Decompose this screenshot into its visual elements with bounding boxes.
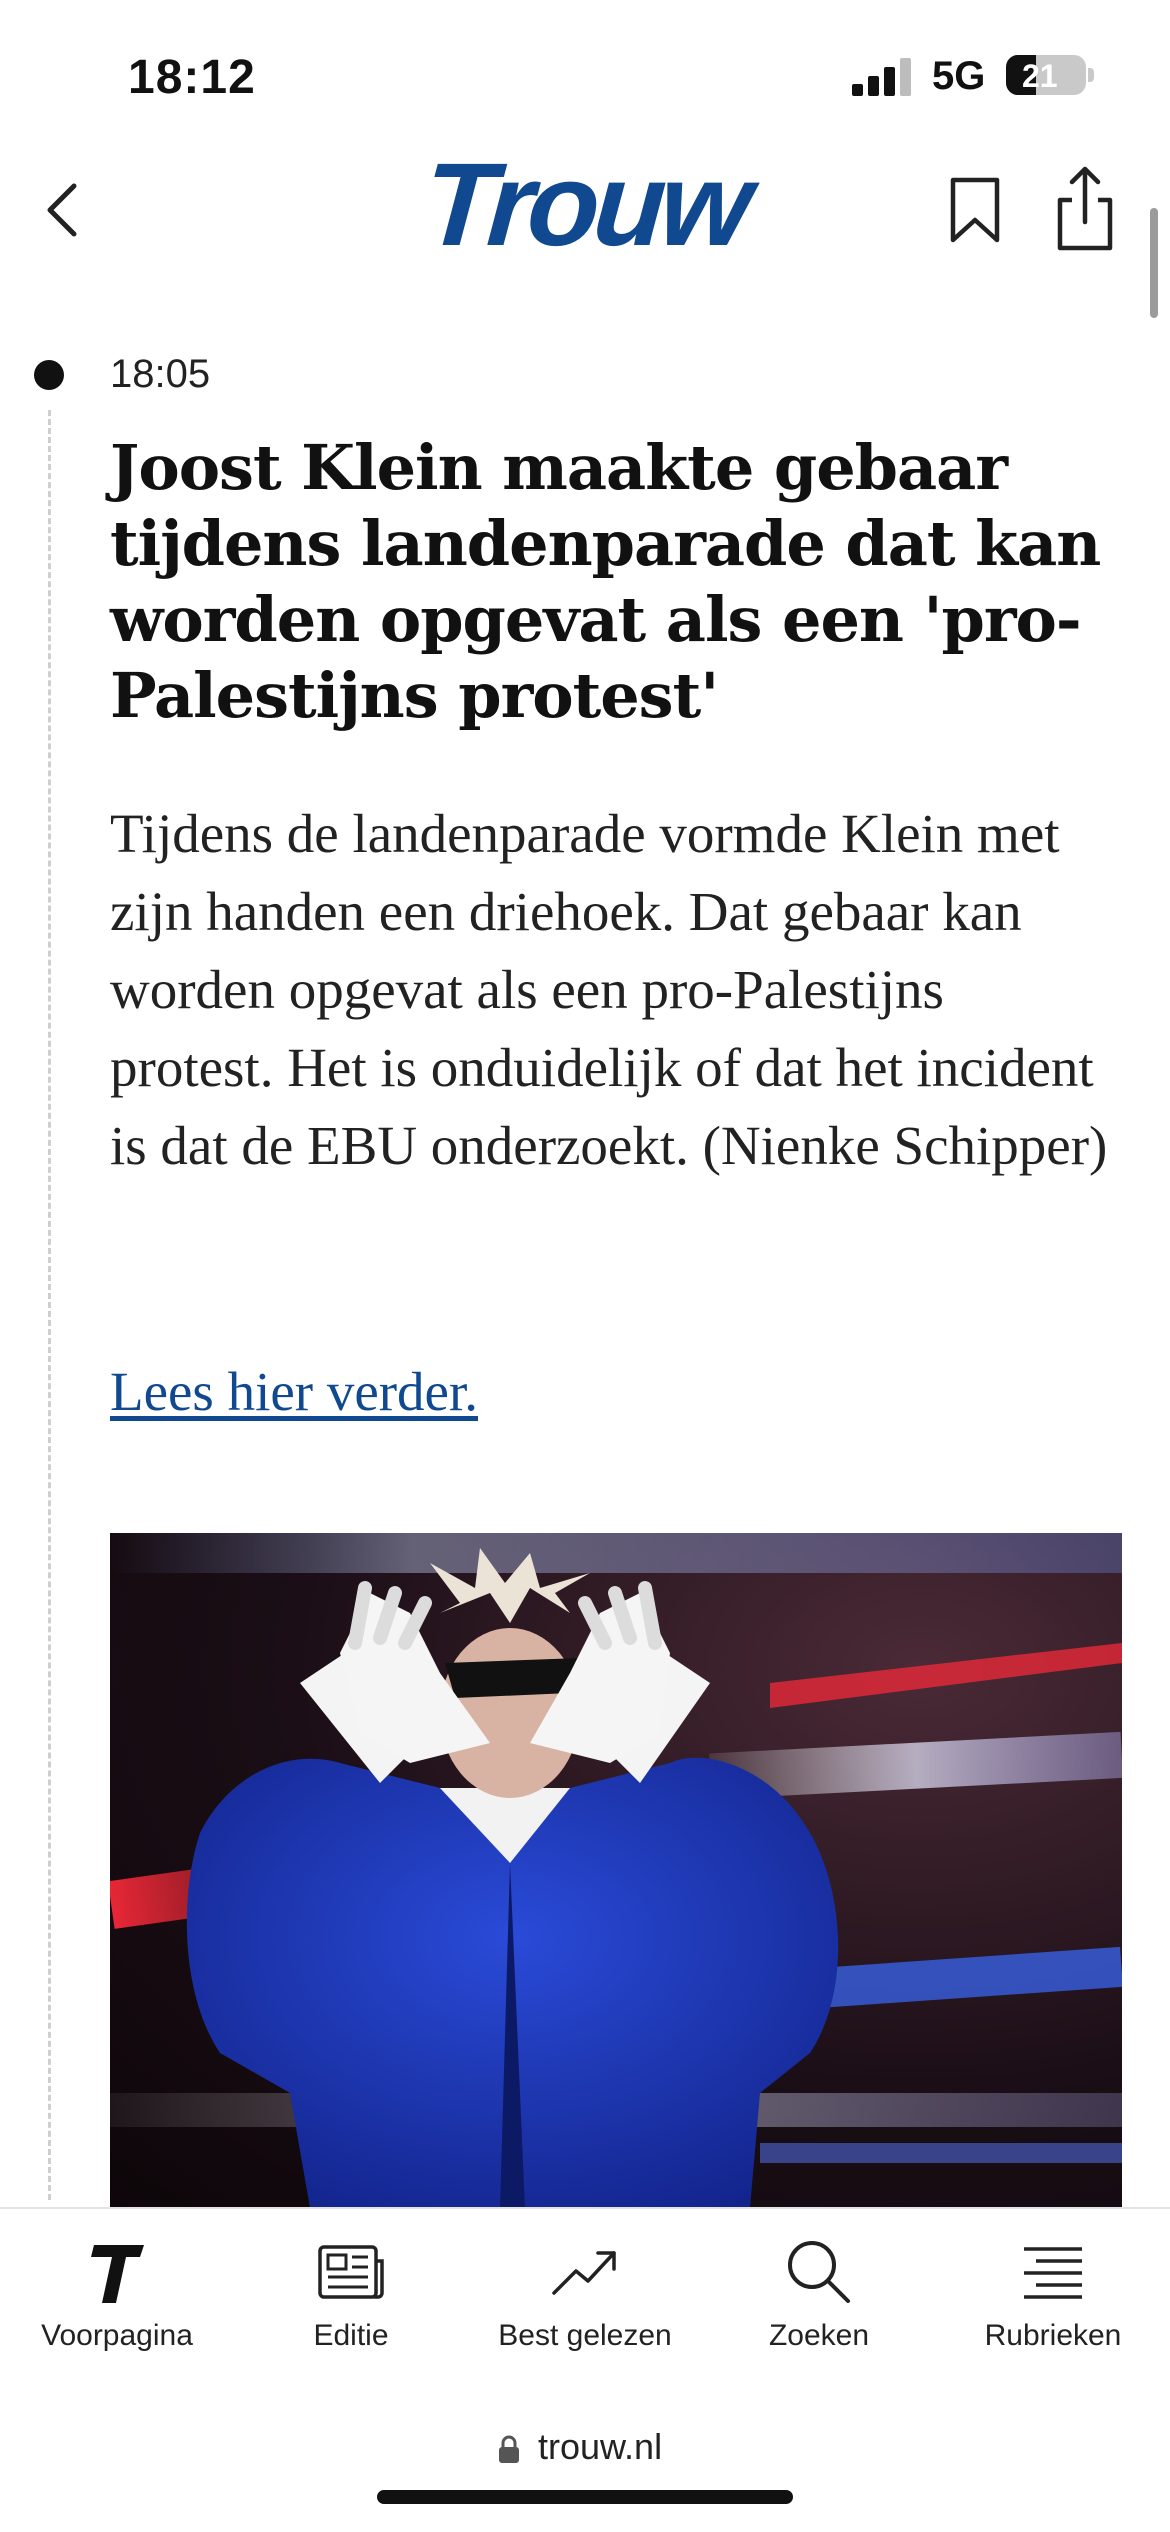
- tab-voorpagina[interactable]: Voorpagina: [0, 2209, 234, 2374]
- tab-label: Zoeken: [768, 2319, 870, 2352]
- bookmark-icon[interactable]: [945, 170, 1005, 250]
- trending-icon: [552, 2251, 616, 2295]
- article-photo: [110, 1533, 1122, 2208]
- post-headline: Joost Klein maakte gebaar tijdens landen…: [110, 431, 1101, 732]
- tab-zoeken[interactable]: Zoeken: [702, 2209, 936, 2374]
- post-timestamp: 18:05: [110, 352, 211, 396]
- share-icon[interactable]: [1050, 164, 1120, 254]
- timeline-dot: [34, 360, 64, 390]
- battery-nub: [1088, 68, 1094, 82]
- list-icon: [1024, 2247, 1082, 2299]
- tab-label: Rubrieken: [984, 2319, 1122, 2352]
- status-bar: 18:12 5G 21: [0, 0, 1170, 150]
- tab-label: Editie: [313, 2319, 389, 2352]
- tab-rubrieken[interactable]: Rubrieken: [936, 2209, 1170, 2374]
- network-type: 5G: [932, 54, 986, 98]
- back-chevron-icon[interactable]: [36, 170, 96, 250]
- app-header: Trouw: [0, 139, 1170, 271]
- home-indicator[interactable]: [377, 2490, 793, 2504]
- read-more-link[interactable]: Lees hier verder.: [110, 1360, 478, 1423]
- status-time: 18:12: [128, 51, 256, 104]
- battery-icon: 21: [1006, 55, 1086, 95]
- tab-label: Voorpagina: [41, 2319, 193, 2352]
- post-body: Tijdens de landenparade vormde Klein met…: [110, 803, 1108, 1176]
- url-text[interactable]: trouw.nl: [538, 2426, 662, 2468]
- lock-icon: [499, 2435, 519, 2463]
- browser-url-bar[interactable]: trouw.nl: [0, 2374, 1170, 2532]
- tab-label: Best gelezen: [498, 2319, 672, 2352]
- tab-best-gelezen[interactable]: Best gelezen: [468, 2209, 702, 2374]
- trouw-t-icon: [91, 2245, 144, 2303]
- newspaper-icon: [318, 2245, 384, 2299]
- bottom-tab-bar: Voorpagina Editie Best gelezen Zoeken Ru…: [0, 2207, 1170, 2376]
- battery-level: 21: [1022, 58, 1058, 94]
- scrollbar[interactable]: [1150, 208, 1158, 318]
- search-icon: [788, 2241, 850, 2303]
- tab-editie[interactable]: Editie: [234, 2209, 468, 2374]
- timeline-line: [48, 410, 51, 2200]
- signal-icon: [852, 58, 911, 96]
- trouw-logo[interactable]: Trouw: [366, 139, 804, 271]
- performer-illustration: [110, 1533, 1122, 2208]
